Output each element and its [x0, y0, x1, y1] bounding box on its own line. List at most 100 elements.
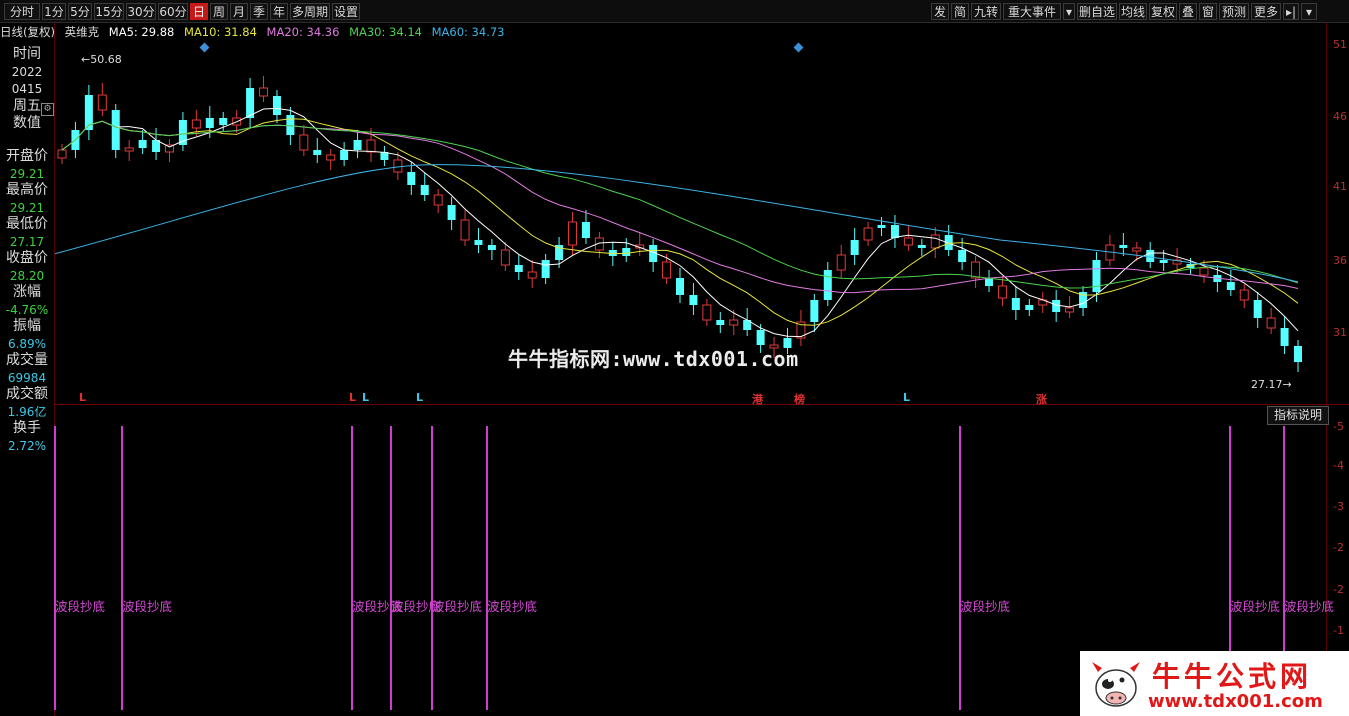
- signal-label: 波段抄底: [960, 599, 1011, 614]
- chart-marker: L: [416, 391, 424, 404]
- chart-marker: L: [362, 391, 370, 404]
- candle-body: [527, 271, 537, 279]
- candle-body: [1266, 317, 1276, 329]
- candle-body: [903, 237, 913, 246]
- candle-body: [272, 96, 281, 115]
- candle-body: [447, 205, 456, 220]
- signal-label: 波段抄底: [487, 599, 538, 614]
- chart-marker: L: [349, 391, 357, 404]
- chart-marker: 榜: [794, 393, 805, 406]
- candle-body: [219, 118, 228, 125]
- candle-body: [1052, 300, 1061, 312]
- chart-marker: 港: [752, 393, 763, 406]
- indicator-tick: -5: [1333, 420, 1344, 433]
- candle-body: [340, 150, 349, 160]
- price-tick: 31: [1333, 326, 1347, 339]
- candle-body: [500, 249, 510, 266]
- candle-body: [890, 225, 899, 238]
- candle-body: [299, 134, 309, 151]
- candle-body: [433, 194, 443, 206]
- candle-body: [930, 234, 940, 249]
- candle-body: [689, 295, 698, 305]
- candle-body: [568, 221, 578, 246]
- indicator-tick: -3: [1333, 500, 1344, 513]
- chart-marker: L: [903, 391, 911, 404]
- price-tick: 36: [1333, 254, 1347, 267]
- candle-body: [971, 261, 981, 279]
- signal-label: 波段抄底: [1284, 599, 1335, 614]
- signal-line: [351, 426, 353, 710]
- signal-line: [121, 426, 123, 710]
- candle-body: [676, 278, 684, 295]
- cow-icon: [1092, 662, 1140, 707]
- candle-body: [393, 159, 403, 173]
- candle-body: [246, 88, 255, 118]
- candle-body: [1159, 260, 1168, 263]
- candle-body: [1132, 247, 1142, 252]
- low-price-annotation: 27.17→: [1251, 378, 1292, 391]
- candle-body: [716, 320, 725, 325]
- candle-body: [863, 227, 873, 241]
- candle-body: [1239, 289, 1249, 301]
- indicator-explain-button[interactable]: 指标说明: [1267, 406, 1329, 425]
- candle-body: [313, 150, 322, 155]
- candle-body: [407, 172, 416, 185]
- candle-body: [997, 285, 1007, 299]
- candle-body: [514, 265, 523, 272]
- indicator-tick: -2: [1333, 541, 1344, 554]
- chart-marker: 涨: [1036, 393, 1047, 406]
- candle-body: [702, 304, 712, 321]
- indicator-tick: -1: [1333, 624, 1344, 637]
- candle-body: [917, 245, 926, 248]
- logo-title: 牛牛公式网: [1152, 660, 1313, 693]
- site-logo: 牛牛公式网 www.tdx001.com: [1080, 651, 1349, 716]
- candle-body: [985, 278, 993, 286]
- candle-body: [1294, 346, 1302, 362]
- candle-body: [191, 119, 201, 129]
- ma60-line: [53, 164, 1299, 283]
- panel-separator: [54, 404, 1349, 405]
- candle-body: [57, 149, 67, 159]
- price-tick: 41: [1333, 180, 1347, 193]
- candle-body: [1146, 250, 1155, 262]
- candle-body: [1119, 245, 1128, 248]
- candle-body: [1025, 305, 1034, 310]
- candle-body: [138, 140, 147, 148]
- chart-marker: L: [79, 391, 87, 404]
- candle-body: [124, 147, 134, 152]
- watermark: 牛牛指标网:www.tdx001.com: [508, 347, 799, 371]
- candle-body: [541, 260, 550, 278]
- candle-body: [474, 240, 483, 245]
- candle-body: [420, 185, 429, 195]
- candle-body: [1199, 267, 1209, 276]
- signal-label: 波段抄底: [1230, 599, 1281, 614]
- candle-body: [353, 140, 362, 150]
- candle-body: [487, 245, 496, 250]
- candle-body: [850, 240, 859, 255]
- signal-label: 波段抄底: [432, 599, 483, 614]
- candle-body: [729, 319, 739, 326]
- signal-line: [431, 426, 433, 710]
- candle-body: [286, 115, 295, 135]
- candle-body: [622, 248, 631, 256]
- price-tick: 46: [1333, 110, 1347, 123]
- candle-body: [366, 139, 376, 153]
- candle-body: [97, 94, 107, 111]
- candle-body: [1011, 298, 1020, 310]
- signal-line: [54, 426, 56, 710]
- ma-line: [61, 120, 1299, 294]
- candle-body: [810, 300, 819, 322]
- ma-line: [61, 120, 1299, 289]
- candle-body: [111, 110, 120, 150]
- indicator-tick: -2: [1333, 583, 1344, 596]
- price-tick: 51: [1333, 38, 1347, 51]
- signal-line: [390, 426, 392, 710]
- signal-label: 波段抄底: [122, 599, 173, 614]
- candle-body: [958, 250, 967, 262]
- candle-body: [823, 270, 832, 300]
- high-price-annotation: ←50.68: [81, 53, 122, 66]
- indicator-tick: -4: [1333, 459, 1344, 472]
- signal-label: 波段抄底: [55, 599, 106, 614]
- candle-body: [460, 219, 470, 241]
- candle-body: [326, 154, 336, 161]
